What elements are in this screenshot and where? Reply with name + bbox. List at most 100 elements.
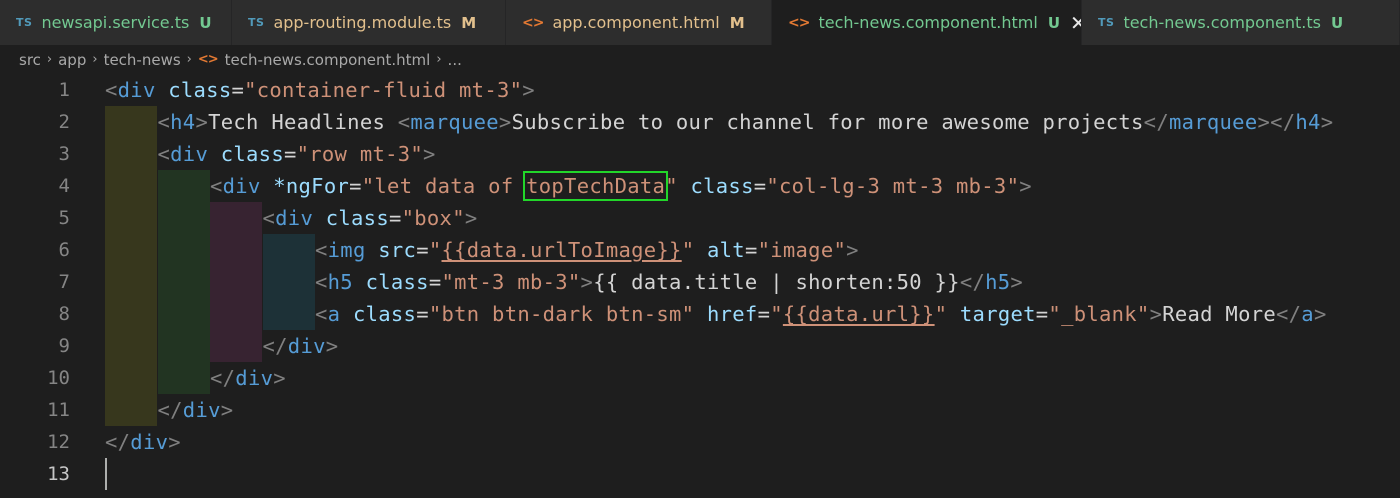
code-line[interactable]: 11 </div>: [0, 394, 1400, 426]
code-line[interactable]: 12 </div>: [0, 426, 1400, 458]
code-line[interactable]: 2 <h4>Tech Headlines <marquee>Subscribe t…: [0, 106, 1400, 138]
code-line[interactable]: 7 <h5 class="mt-3 mb-3">{{ data.title | s…: [0, 266, 1400, 298]
indent-guide: [157, 330, 210, 362]
breadcrumb-file[interactable]: tech-news.component.html: [225, 51, 431, 69]
line-number: 13: [47, 463, 70, 485]
indent-guide: [210, 266, 262, 298]
indent-guide: [210, 330, 262, 362]
tab-tech-news-component-ts[interactable]: TS tech-news.component.ts U: [1082, 0, 1400, 45]
tab-label: app.component.html: [552, 13, 720, 32]
tab-app-component-html[interactable]: <> app.component.html M: [506, 0, 772, 45]
tab-label: tech-news.component.html: [818, 13, 1038, 32]
code-line[interactable]: 1 <div class="container-fluid mt-3">: [0, 74, 1400, 106]
code-token: alt: [707, 238, 745, 262]
git-status-badge: M: [729, 13, 745, 32]
code-line[interactable]: 4 <div *ngFor="let data of topTechData" c…: [0, 170, 1400, 202]
code-editor[interactable]: 1 <div class="container-fluid mt-3"> 2 <h4>…: [0, 74, 1400, 498]
code-token: =: [416, 238, 429, 262]
code-token: "mt-3 mb-3": [441, 270, 581, 294]
indent-guide: [105, 298, 157, 330]
indent-guide: [210, 234, 262, 266]
git-status-badge: M: [461, 13, 477, 32]
code-token: class: [220, 142, 284, 166]
line-number: 5: [58, 207, 70, 229]
code-token: >: [423, 142, 436, 166]
indent-guide: [105, 202, 157, 234]
breadcrumb-item[interactable]: tech-news: [104, 51, 181, 69]
code-token: "box": [401, 206, 465, 230]
code-token: >: [522, 78, 535, 102]
code-token: h5: [327, 270, 353, 294]
code-token: a: [327, 302, 341, 326]
code-token: h4: [1295, 110, 1321, 134]
code-token: >: [168, 430, 181, 454]
code-text: </div>: [210, 362, 286, 394]
line-number: 1: [58, 79, 70, 101]
code-token: marquee: [410, 110, 499, 134]
code-text: </div>: [105, 426, 181, 458]
tab-label: newsapi.service.ts: [41, 13, 190, 32]
code-text: <div class="box">: [263, 202, 478, 234]
indent-guide: [157, 298, 210, 330]
tab-tech-news-component-html[interactable]: <> tech-news.component.html U ✕: [772, 0, 1082, 45]
code-line[interactable]: 10 </div>: [0, 362, 1400, 394]
line-number: 12: [47, 431, 70, 453]
code-line[interactable]: 13: [0, 458, 1400, 490]
code-token: >: [1019, 174, 1032, 198]
breadcrumb-item[interactable]: src: [19, 51, 41, 69]
code-line[interactable]: 6 <img src="{{data.urlToImage}}" alt="ima…: [0, 234, 1400, 266]
code-token: >: [1010, 270, 1024, 294]
code-token: <: [157, 142, 171, 166]
tab-newsapi-service-ts[interactable]: TS newsapi.service.ts U: [0, 0, 232, 45]
code-token: =: [753, 174, 767, 198]
code-token: marquee: [1168, 110, 1258, 134]
indent-guide: [105, 394, 157, 426]
code-token: >: [220, 398, 234, 422]
code-token: =: [349, 174, 362, 198]
code-token: =: [231, 78, 245, 102]
code-token: >: [195, 110, 209, 134]
code-token: class: [168, 78, 232, 102]
code-token: "col-lg-3 mt-3 mb-3": [766, 174, 1020, 198]
code-line[interactable]: 9 </div>: [0, 330, 1400, 362]
code-line[interactable]: 3 <div class="row mt-3">: [0, 138, 1400, 170]
code-token: </: [157, 398, 183, 422]
indent-guide: [262, 266, 315, 298]
code-token: </: [210, 366, 236, 390]
code-line[interactable]: 8 <a class="btn btn-dark btn-sm" href="{{…: [0, 298, 1400, 330]
code-token: {{data.url}}: [782, 302, 935, 326]
code-token: =: [757, 302, 771, 326]
code-token: "let data of: [361, 174, 527, 198]
text-cursor: [105, 458, 107, 490]
breadcrumb-ellipsis[interactable]: ...: [448, 51, 462, 69]
chevron-right-icon: ›: [92, 52, 98, 67]
code-token: Subscribe to our channel for more awesom…: [511, 110, 1144, 134]
code-token: div: [130, 430, 169, 454]
breadcrumb-item[interactable]: app: [58, 51, 86, 69]
indent-guide: [157, 362, 210, 394]
code-token: div: [222, 174, 261, 198]
code-line[interactable]: 5 <div class="box">: [0, 202, 1400, 234]
code-token: "container-fluid mt-3": [244, 78, 523, 102]
tab-label: tech-news.component.ts: [1123, 13, 1321, 32]
code-token: div: [287, 334, 326, 358]
close-icon[interactable]: ✕: [1070, 11, 1081, 35]
code-token: >: [846, 238, 859, 262]
html-file-icon: <>: [788, 14, 810, 31]
chevron-right-icon: ›: [46, 52, 53, 67]
code-token: </: [1276, 302, 1302, 326]
indent-guide: [210, 202, 262, 234]
indent-guide: [157, 202, 210, 234]
code-token: ": [934, 302, 948, 326]
indent-guide: [157, 234, 210, 266]
code-token: "row mt-3": [296, 142, 424, 166]
tab-app-routing-module-ts[interactable]: TS app-routing.module.ts M: [232, 0, 506, 45]
code-token: Read More: [1162, 302, 1276, 326]
code-token: class: [690, 174, 754, 198]
line-number: 11: [47, 399, 70, 421]
line-number: 9: [58, 335, 70, 357]
